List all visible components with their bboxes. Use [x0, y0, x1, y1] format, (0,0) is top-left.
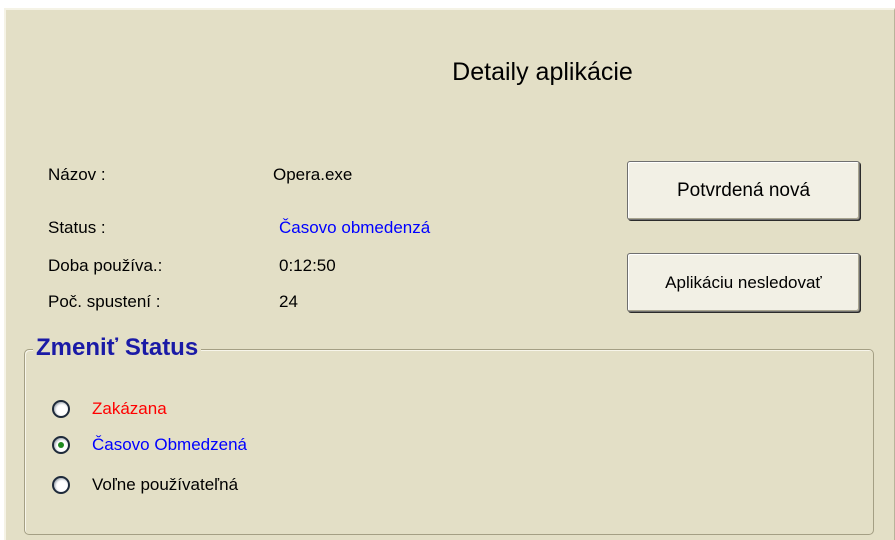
radio-button-icon[interactable] — [52, 476, 70, 494]
name-value: Opera.exe — [273, 165, 353, 184]
change-status-legend: Zmeniť Status — [33, 334, 202, 362]
launch-count-label: Poč. spustení : — [48, 292, 161, 311]
name-label: Názov : — [48, 165, 106, 184]
status-label: Status : — [48, 218, 106, 237]
status-value: Časovo obmedenzá — [279, 218, 431, 237]
page-title: Detaily aplikácie — [452, 58, 633, 86]
radio-option-free-use[interactable]: Voľne používateľná — [52, 474, 238, 496]
confirm-new-button[interactable]: Potvrdená nová — [627, 161, 860, 220]
radio-label-blocked: Zakázana — [92, 399, 167, 418]
radio-button-icon[interactable] — [52, 400, 70, 418]
usage-time-label: Doba používa.: — [48, 256, 163, 275]
usage-time-value: 0:12:50 — [279, 256, 336, 275]
launch-count-value: 24 — [279, 292, 298, 311]
radio-button-checked-icon[interactable] — [52, 436, 70, 454]
stop-tracking-button[interactable]: Aplikáciu nesledovať — [627, 253, 860, 312]
radio-option-time-limited[interactable]: Časovo Obmedzená — [52, 434, 247, 456]
radio-label-free-use: Voľne používateľná — [92, 475, 239, 494]
radio-label-time-limited: Časovo Obmedzená — [92, 435, 247, 454]
radio-option-blocked[interactable]: Zakázana — [52, 398, 167, 420]
